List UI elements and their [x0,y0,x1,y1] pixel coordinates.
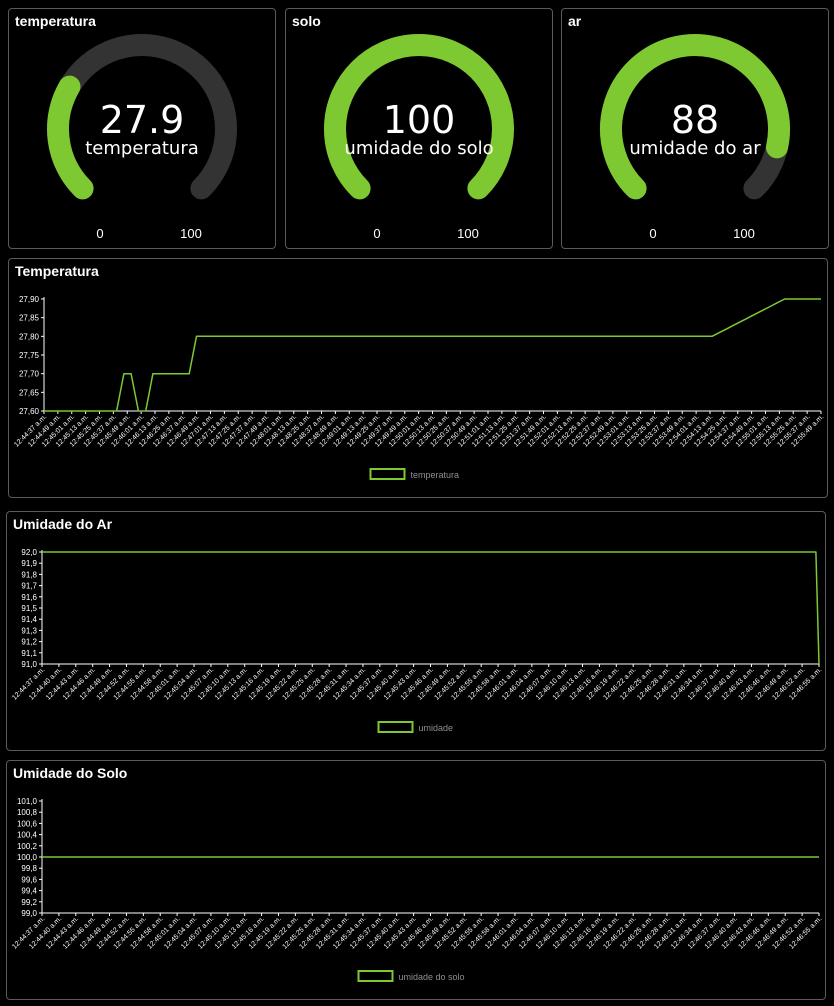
legend-label: temperatura [411,470,460,480]
legend-swatch [377,721,414,733]
y-tick-label: 101,0 [17,797,38,806]
y-tick-label: 91,1 [21,649,37,658]
gauge-panel-solo: solo 100 umidade do solo 0 100 [285,8,553,249]
y-tick-label: 100,4 [17,831,38,840]
y-tick-label: 27,75 [19,351,40,360]
chart-panel-umidade-ar: Umidade do Ar 91,0 91,1 91,2 91,3 91,4 91,5 91… [6,511,826,751]
series-line [42,551,820,665]
line-chart-temperatura: 27,6027,6527,7027,7527,8027,8527,9012:44… [13,295,825,480]
gauge-value: 100 [383,98,456,142]
y-tick-label: 99,2 [21,898,37,907]
gauge-min-label: 0 [96,226,103,241]
y-tick-label: 100,2 [17,842,38,851]
y-tick-label: 27,85 [19,314,40,323]
chart-panel-umidade-solo: Umidade do Solo 99,0 99,2 99,4 99,6 99,8 100,… [6,760,826,1000]
legend-label: umidade do solo [399,972,465,982]
y-tick-label: 100,8 [17,808,38,817]
line-chart-umidade-solo: 99,0 99,2 99,4 99,6 99,8 100,0 100,2 100,4 100,6… [11,797,823,982]
series-line [44,298,821,412]
y-tick-label: 91,3 [21,626,37,635]
gauge-fill [47,75,94,200]
y-tick-label: 99,4 [21,887,37,896]
y-tick-label: 91,6 [21,593,37,602]
gauge-value: 88 [671,98,719,142]
y-tick-label: 92,0 [21,548,37,557]
legend-swatch [369,468,406,480]
gauge-panel-temperatura: temperatura 27.9 temperatura 0 100 [8,8,276,249]
y-tick-label: 99,8 [21,864,37,873]
y-tick-label: 91,8 [21,570,37,579]
y-tick-label: 27,80 [19,332,40,341]
gauge-label: umidade do ar [629,138,761,159]
gauge-max-label: 100 [733,226,755,241]
chart-panel-temperatura: Temperatura 27,60 27,65 27,70 27,75 27,80 27,… [8,258,828,498]
gauge-label: temperatura [85,138,199,159]
y-tick-label: 99,0 [21,909,37,918]
gauge-min-label: 0 [649,226,656,241]
gauge-panel-ar: ar 88 umidade do ar 0 100 [561,8,829,249]
y-tick-label: 91,4 [21,615,37,624]
gauge-max-label: 100 [457,226,479,241]
y-tick-label: 27,90 [19,295,40,304]
y-tick-label: 27,60 [19,407,40,416]
y-tick-label: 91,7 [21,582,37,591]
gauge-solo: 100umidade do solo0 100 [324,34,514,241]
gauge-max-label: 100 [180,226,202,241]
gauge-label: umidade do solo [344,138,493,159]
gauge-ar: 88umidade do ar 0 100 [600,34,790,241]
gauge-temperatura: 27.9temperatura 0 100 [47,34,237,241]
y-tick-label: 100,6 [17,819,38,828]
y-tick-label: 91,2 [21,638,37,647]
gauge-value: 27.9 [100,98,185,142]
gauge-min-label: 0 [373,226,380,241]
y-tick-label: 91,5 [21,604,37,613]
legend-label: umidade [419,723,454,733]
y-tick-label: 100,0 [17,853,38,862]
y-tick-label: 27,70 [19,370,40,379]
y-tick-label: 99,6 [21,875,37,884]
y-tick-label: 91,0 [21,660,37,669]
y-tick-label: 91,9 [21,559,37,568]
y-tick-label: 27,65 [19,388,40,397]
legend-swatch [357,970,394,982]
line-chart-umidade-ar: 91,0 91,1 91,2 91,3 91,4 91,5 91,6 91,7 91,8 91,9… [11,548,823,733]
